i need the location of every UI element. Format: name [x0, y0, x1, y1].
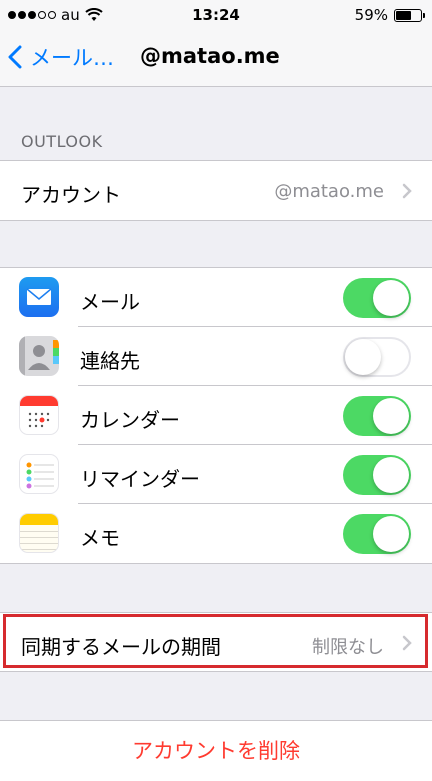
service-row-calendar: カレンダー [0, 386, 432, 445]
mail-app-icon [19, 277, 59, 317]
section-header-outlook: OUTLOOK [21, 132, 103, 151]
calendar-app-icon [19, 395, 59, 435]
status-right: 59% [354, 6, 425, 24]
service-label: リマインダー [80, 467, 200, 491]
account-label: アカウント [21, 183, 121, 207]
battery-percent: 59% [354, 6, 388, 24]
service-label: カレンダー [80, 408, 180, 432]
account-row[interactable]: アカウント @matao.me [0, 161, 432, 220]
calendar-toggle[interactable] [343, 396, 411, 436]
contacts-app-icon [19, 336, 59, 376]
highlight-box [3, 614, 428, 668]
service-row-contacts: 連絡先 [0, 327, 432, 386]
service-label: 連絡先 [80, 349, 140, 373]
account-email: @matao.me [274, 181, 384, 202]
reminders-toggle[interactable] [343, 455, 411, 495]
service-label: メール [80, 290, 140, 314]
battery-icon [394, 8, 425, 22]
delete-account-button[interactable]: アカウントを削除 [0, 720, 432, 781]
service-label: メモ [80, 526, 120, 550]
contacts-toggle[interactable] [343, 337, 411, 377]
service-row-notes: メモ [0, 504, 432, 563]
service-row-reminders: リマインダー [0, 445, 432, 504]
delete-account-label: アカウントを削除 [132, 739, 300, 763]
mail-toggle[interactable] [343, 278, 411, 318]
chevron-right-icon [402, 183, 412, 199]
back-button[interactable]: メール… [8, 42, 114, 72]
notes-app-icon [19, 513, 59, 553]
notes-toggle[interactable] [343, 514, 411, 554]
back-label: メール… [30, 46, 114, 70]
reminders-app-icon [19, 454, 59, 494]
page-title: @matao.me [140, 44, 280, 68]
navigation-bar: メール… @matao.me [0, 30, 432, 87]
chevron-left-icon [8, 45, 22, 69]
account-group: アカウント @matao.me [0, 160, 432, 221]
services-group: メール 連絡先 カレンダー リマインダー メモ [0, 267, 432, 564]
service-row-mail: メール [0, 268, 432, 327]
status-bar: au 13:24 59% [0, 0, 432, 30]
